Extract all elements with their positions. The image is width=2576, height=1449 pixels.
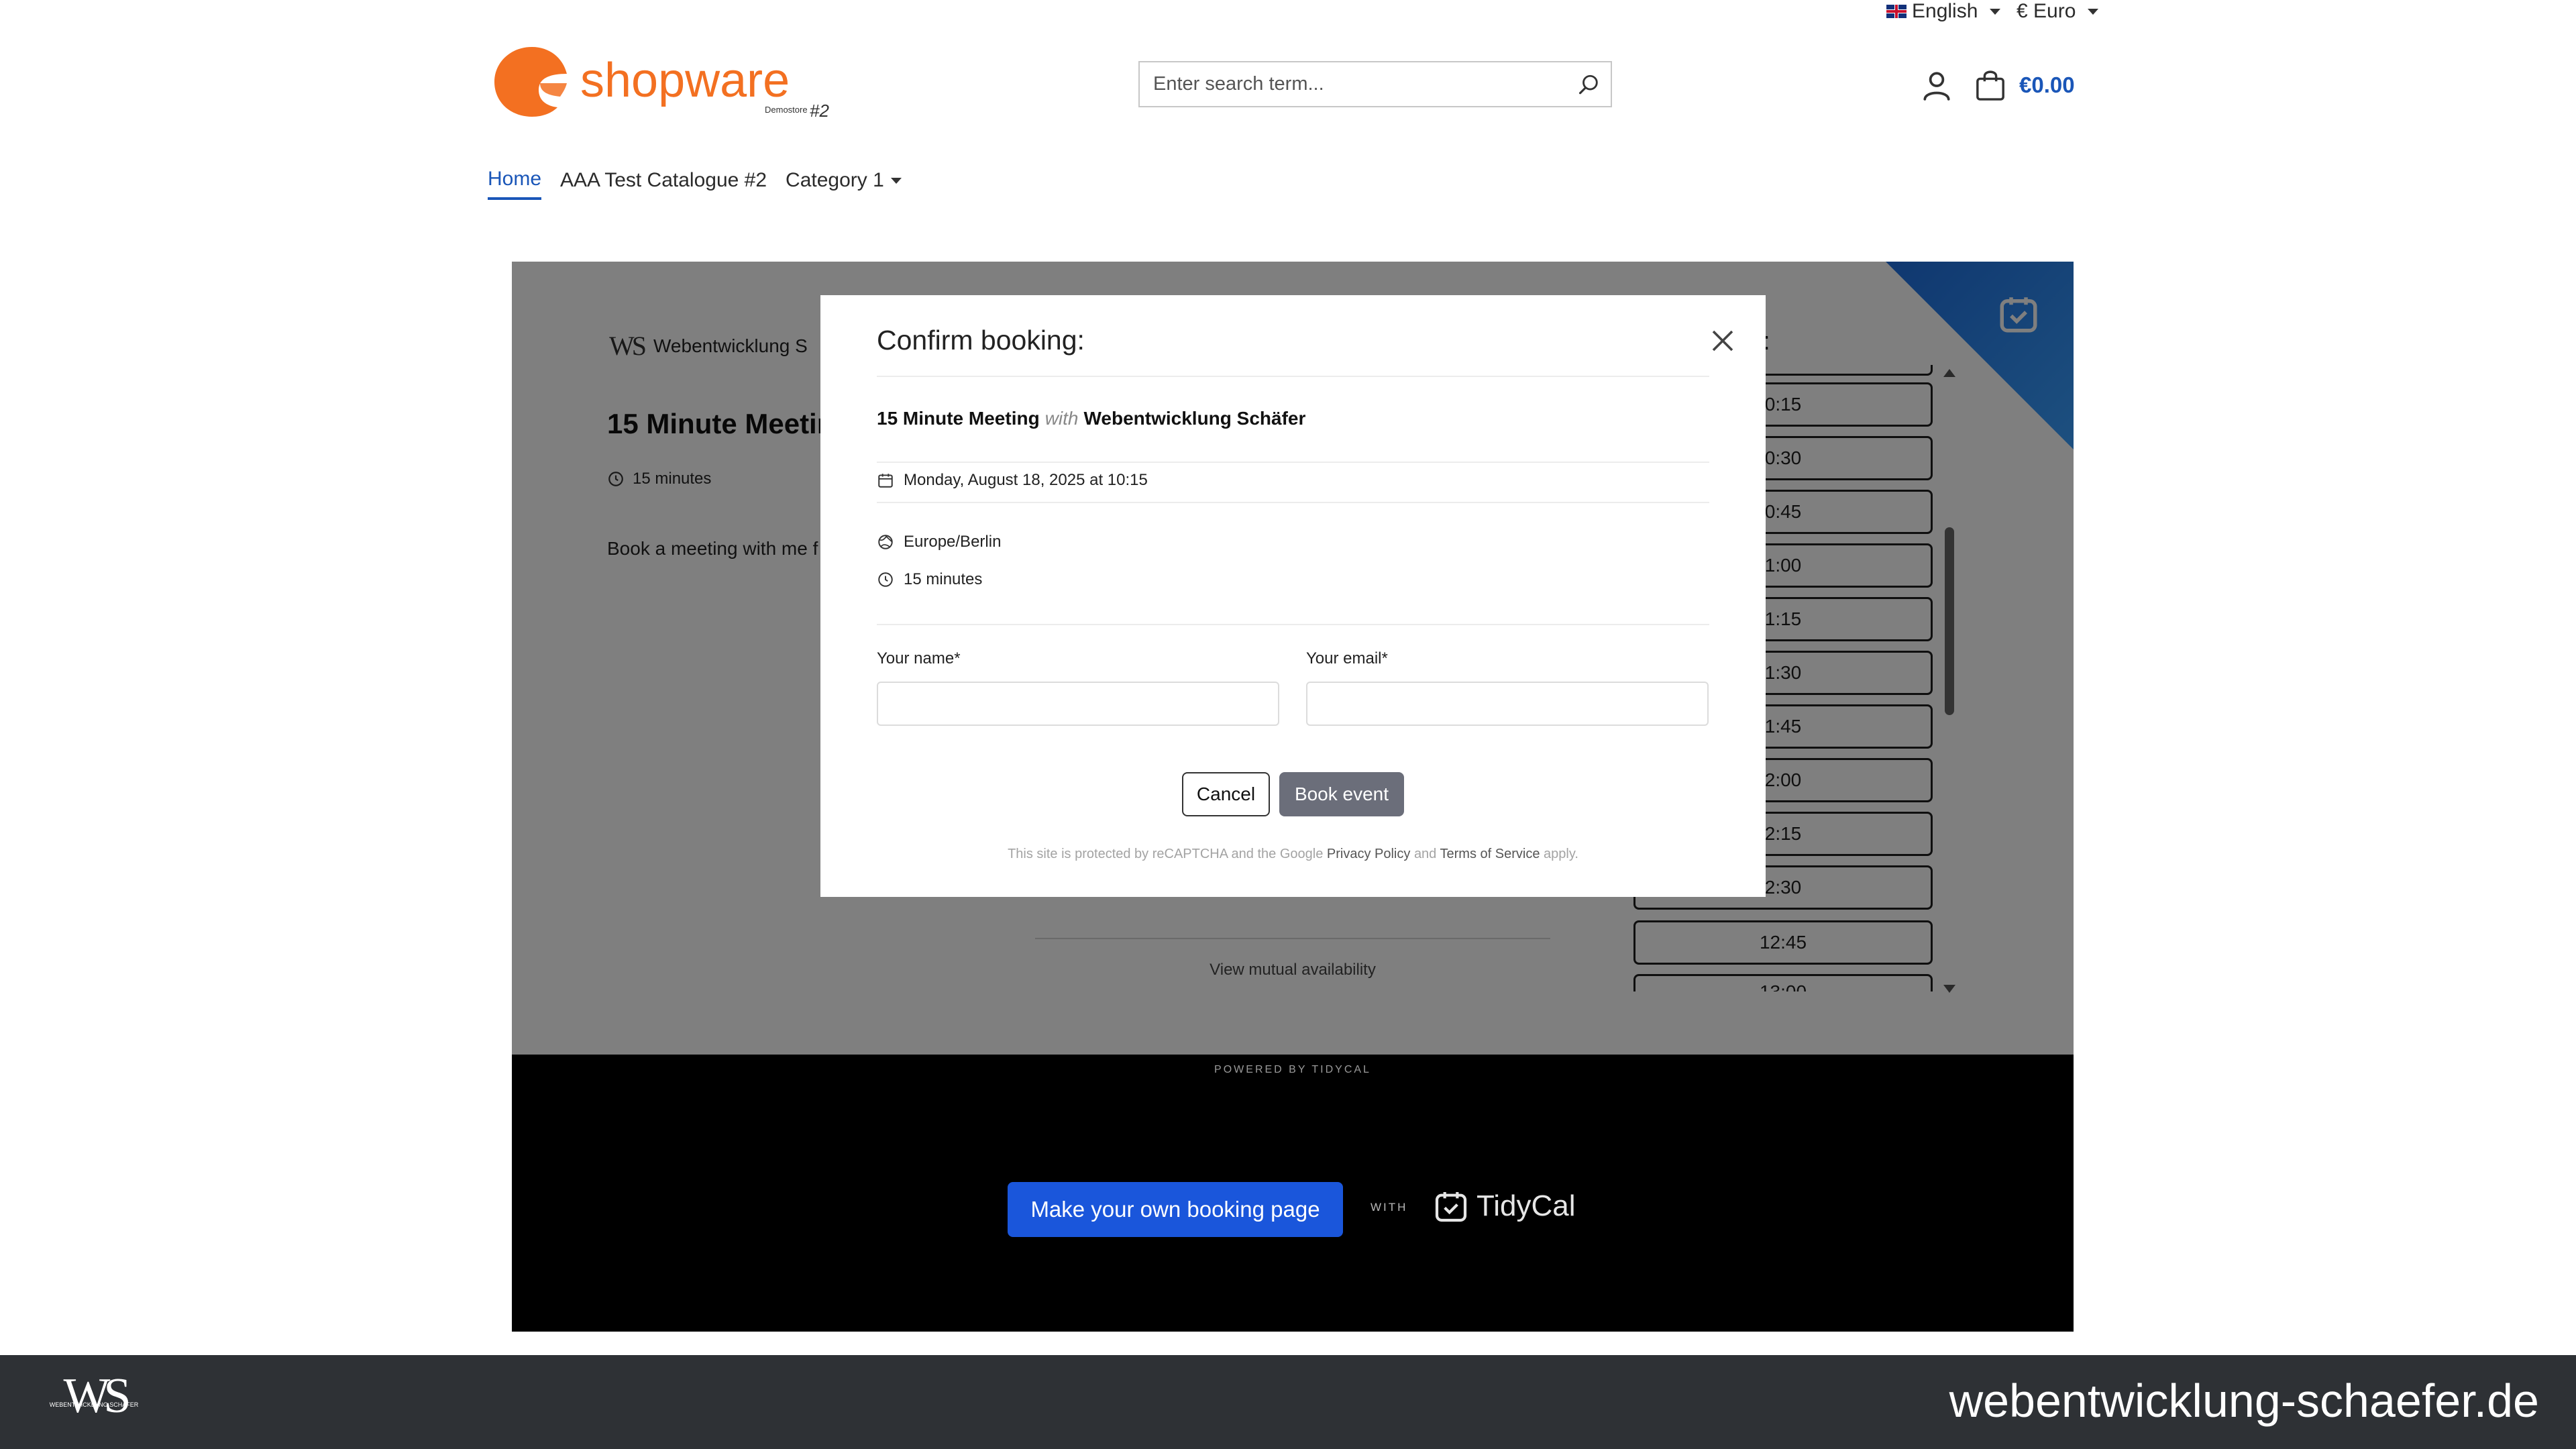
name-label: Your name* [877, 649, 961, 667]
currency-selector[interactable]: € Euro [2017, 0, 2099, 23]
ws-monogram-icon: WS WEBENTWICKLUNG SCHÄFER [50, 1368, 139, 1424]
tidycal-logo[interactable]: TidyCal [1432, 1187, 1576, 1225]
nav-item-label: AAA Test Catalogue #2 [560, 169, 767, 191]
chevron-down-icon [1990, 8, 2001, 15]
email-label: Your email* [1306, 649, 1388, 667]
account-button[interactable] [1920, 68, 1953, 102]
search-button[interactable] [1568, 62, 1611, 106]
ws-logo: WS WEBENTWICKLUNG SCHÄFER [37, 1368, 151, 1436]
language-selector[interactable]: English [1886, 0, 2001, 23]
divider [877, 376, 1709, 377]
email-input[interactable] [1306, 682, 1709, 726]
close-icon [1712, 330, 1733, 352]
uk-flag-icon [1886, 5, 1907, 18]
with-word: with [1044, 408, 1079, 429]
name-input[interactable] [877, 682, 1279, 726]
ws-logo-caption: WEBENTWICKLUNG SCHÄFER [50, 1401, 139, 1408]
terms-of-service-link[interactable]: Terms of Service [1440, 847, 1540, 861]
calendar-icon [878, 474, 893, 488]
tidycal-wordmark: TidyCal [1477, 1189, 1576, 1222]
cancel-button[interactable]: Cancel [1182, 772, 1270, 816]
recaptcha-and: and [1413, 847, 1437, 861]
search-icon [1578, 74, 1598, 94]
divider [877, 502, 1709, 503]
host-name: Webentwicklung Schäfer [1083, 408, 1306, 429]
confirm-booking-modal: Confirm booking: 15 Minute Meeting with We… [820, 295, 1766, 897]
modal-title: Confirm booking: [877, 325, 1085, 356]
chevron-down-icon [2088, 8, 2099, 15]
booking-datetime: Monday, August 18, 2025 at 10:15 [904, 471, 1148, 489]
with-label: WITH [1371, 1201, 1408, 1214]
shopware-logo-icon: shopware Demostore #2 [494, 47, 829, 121]
main-navigation: Home AAA Test Catalogue #2 Category 1 [488, 166, 902, 200]
book-event-button[interactable]: Book event [1279, 772, 1404, 816]
svg-text:WS: WS [64, 1372, 129, 1424]
recaptcha-text: This site is protected by reCAPTCHA and … [1008, 847, 1324, 861]
make-booking-page-button[interactable]: Make your own booking page [1008, 1182, 1343, 1237]
recaptcha-apply: apply. [1544, 847, 1578, 861]
close-button[interactable] [1707, 325, 1739, 357]
duration: 15 minutes [904, 570, 983, 588]
nav-item-home[interactable]: Home [488, 166, 542, 200]
tidycal-calendar-icon [1435, 1192, 1467, 1222]
chevron-down-icon [890, 177, 902, 184]
nav-item-label: Category 1 [786, 169, 884, 191]
recaptcha-notice: This site is protected by reCAPTCHA and … [820, 847, 1766, 862]
logo-wordmark: shopware [580, 54, 790, 107]
language-label: English [1912, 0, 1978, 22]
nav-item-aaa-test-catalogue[interactable]: AAA Test Catalogue #2 [560, 166, 767, 200]
meeting-name: 15 Minute Meeting [877, 408, 1040, 429]
nav-item-label: Home [488, 168, 542, 190]
duration-row: 15 minutes [877, 570, 982, 589]
watermark-domain: webentwicklung-schaefer.de [1949, 1375, 2539, 1427]
logo-number: #2 [810, 101, 829, 121]
clock-icon [878, 572, 893, 587]
timezone: Europe/Berlin [904, 533, 1002, 551]
shopping-bag-icon [1976, 70, 2004, 101]
booking-datetime-row: Monday, August 18, 2025 at 10:15 [877, 471, 1148, 490]
timezone-row: Europe/Berlin [877, 533, 1001, 551]
privacy-policy-link[interactable]: Privacy Policy [1327, 847, 1410, 861]
cart-total: €0.00 [2019, 72, 2075, 97]
shopware-logo[interactable]: shopware Demostore #2 [493, 42, 842, 122]
currency-label: € Euro [2017, 0, 2076, 22]
search-box [1138, 61, 1612, 107]
nav-item-category-1[interactable]: Category 1 [786, 166, 902, 200]
meeting-summary: 15 Minute Meeting with Webentwicklung Schä… [877, 408, 1305, 429]
powered-by-label: POWERED BY TIDYCAL [1214, 1064, 1371, 1075]
logo-demostore: Demostore [765, 105, 808, 115]
globe-icon [878, 535, 893, 549]
divider [877, 624, 1709, 625]
divider [877, 462, 1709, 463]
user-icon [1923, 72, 1950, 101]
cart-button[interactable]: €0.00 [1975, 67, 2075, 103]
search-input[interactable] [1140, 62, 1568, 106]
